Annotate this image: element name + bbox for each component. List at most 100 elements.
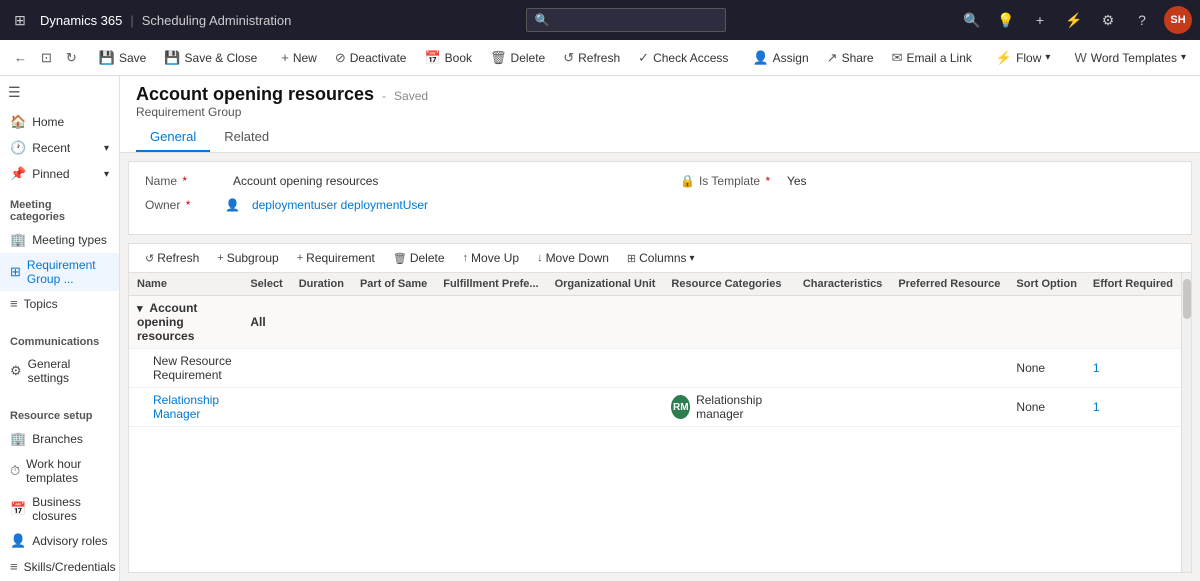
- row2-name-link[interactable]: Relationship Manager: [153, 393, 219, 421]
- save-icon: 💾: [99, 50, 115, 66]
- is-template-required: *: [765, 174, 770, 188]
- group-row-account-opening[interactable]: ▾ Account opening resources All: [129, 296, 1181, 349]
- owner-person-icon: 👤: [225, 198, 240, 212]
- is-template-label: Is Template *: [699, 174, 779, 188]
- sidebar-item-work-hour-templates[interactable]: ⏱ Work hour templates: [0, 452, 119, 490]
- col-fulfillment-pref[interactable]: Fulfillment Prefe...: [435, 273, 546, 296]
- sidebar-item-branches[interactable]: 🏢 Branches: [0, 426, 119, 452]
- col-effort-required[interactable]: Effort Required: [1085, 273, 1181, 296]
- email-link-button[interactable]: ✉ Email a Link: [884, 46, 980, 70]
- group-select-value: All: [250, 315, 265, 329]
- subgrid-move-up-button[interactable]: ↑ Move Up: [455, 248, 528, 268]
- back-button[interactable]: ←: [8, 46, 33, 69]
- help-icon[interactable]: ?: [1130, 12, 1154, 28]
- run-report-button[interactable]: 📊 Run Report ▾: [1196, 46, 1200, 70]
- avatar[interactable]: SH: [1164, 6, 1192, 34]
- topics-icon: ≡: [10, 296, 18, 311]
- page-name: Scheduling Administration: [142, 13, 292, 28]
- sidebar-item-topics[interactable]: ≡ Topics: [0, 291, 119, 316]
- delete-button[interactable]: 🗑 Delete: [482, 46, 553, 70]
- grid-icon[interactable]: ⊞: [8, 12, 32, 29]
- communications-section: Communications ⚙ General settings: [0, 324, 119, 398]
- tab-related[interactable]: Related: [210, 123, 283, 152]
- subgrid-refresh-label: Refresh: [157, 251, 199, 265]
- owner-label: Owner *: [145, 198, 225, 212]
- row2-select: [242, 388, 290, 427]
- deactivate-icon: ⊘: [335, 50, 346, 66]
- deactivate-label: Deactivate: [350, 51, 407, 65]
- vertical-scrollbar[interactable]: [1181, 273, 1191, 572]
- subgrid-requirement-icon: +: [297, 252, 303, 264]
- subgrid-refresh-button[interactable]: ↺ Refresh: [137, 248, 207, 268]
- row1-effort-required: 1: [1085, 349, 1181, 388]
- row2-org-unit: [547, 388, 664, 427]
- row1-name-text: New Resource Requirement: [153, 354, 232, 382]
- word-templates-icon: W: [1074, 50, 1086, 65]
- settings-icon[interactable]: ⚙: [1096, 12, 1120, 29]
- col-duration[interactable]: Duration: [291, 273, 352, 296]
- reload-button[interactable]: ↻: [60, 46, 83, 70]
- sidebar-item-pinned[interactable]: 📌 Pinned ▾: [0, 161, 119, 187]
- is-template-value[interactable]: Yes: [787, 174, 1175, 188]
- book-button[interactable]: 📅 Book: [416, 46, 480, 70]
- assign-label: Assign: [773, 51, 809, 65]
- maximize-button[interactable]: ⊡: [35, 46, 58, 70]
- col-sort-option[interactable]: Sort Option: [1008, 273, 1085, 296]
- subgrid-delete-button[interactable]: 🗑 Delete: [385, 248, 453, 268]
- skills-credentials-icon: ≡: [10, 559, 18, 574]
- col-select[interactable]: Select: [242, 273, 290, 296]
- delete-icon: 🗑: [490, 50, 507, 66]
- add-icon[interactable]: +: [1028, 12, 1052, 28]
- subgrid-requirement-button[interactable]: + Requirement: [289, 248, 383, 268]
- table-scroll-area[interactable]: Name Select Duration Part of Same Fulfil…: [129, 273, 1181, 572]
- col-org-unit[interactable]: Organizational Unit: [547, 273, 664, 296]
- sidebar-item-advisory-roles[interactable]: 👤 Advisory roles: [0, 528, 119, 554]
- search-icon[interactable]: 🔍: [960, 12, 984, 29]
- col-resource-categories[interactable]: Resource Categories: [663, 273, 794, 296]
- sidebar-item-requirement-group[interactable]: ⊞ Requirement Group ...: [0, 253, 119, 291]
- deactivate-button[interactable]: ⊘ Deactivate: [327, 46, 415, 70]
- name-value[interactable]: Account opening resources: [233, 174, 640, 188]
- main-layout: ☰ 🏠 Home 🕐 Recent ▾ 📌 Pinned ▾ Meeting c…: [0, 76, 1200, 581]
- assign-button[interactable]: 👤 Assign: [744, 46, 816, 70]
- command-toolbar: ← ⊡ ↻ 💾 Save 💾 Save & Close + New ⊘ Deac…: [0, 40, 1200, 76]
- rm-avatar: RM: [671, 395, 690, 419]
- word-templates-button[interactable]: W Word Templates ▾: [1066, 46, 1194, 69]
- share-button[interactable]: ↗ Share: [819, 46, 882, 70]
- pinned-icon: 📌: [10, 166, 26, 182]
- sidebar-item-skills-credentials[interactable]: ≡ Skills/Credentials: [0, 554, 119, 579]
- col-name[interactable]: Name: [129, 273, 242, 296]
- filter-icon[interactable]: ⚡: [1062, 12, 1086, 29]
- sidebar-item-home[interactable]: 🏠 Home: [0, 109, 119, 135]
- save-button[interactable]: 💾 Save: [91, 46, 155, 70]
- flow-button[interactable]: ⚡ Flow ▾: [988, 46, 1059, 70]
- col-preferred-resource[interactable]: Preferred Resource: [890, 273, 1008, 296]
- data-table: Name Select Duration Part of Same Fulfil…: [129, 273, 1181, 427]
- save-close-button[interactable]: 💾 Save & Close: [156, 46, 265, 70]
- row2-duration: [291, 388, 352, 427]
- sidebar-item-meeting-types[interactable]: 🏢 Meeting types: [0, 227, 119, 253]
- sidebar-item-general-settings[interactable]: ⚙ General settings: [0, 352, 119, 390]
- col-part-of-same[interactable]: Part of Same: [352, 273, 435, 296]
- form-row-owner: Owner * 👤 deploymentuser deploymentUser: [145, 198, 1175, 212]
- lightbulb-icon[interactable]: 💡: [994, 12, 1018, 29]
- col-characteristics[interactable]: Characteristics: [795, 273, 891, 296]
- check-access-button[interactable]: ✓ Check Access: [630, 46, 736, 70]
- table-row[interactable]: Relationship Manager RM: [129, 388, 1181, 427]
- table-row[interactable]: New Resource Requirement None: [129, 349, 1181, 388]
- subgrid-move-down-button[interactable]: ↓ Move Down: [529, 248, 617, 268]
- subgrid-move-down-label: Move Down: [546, 251, 609, 265]
- sidebar-item-recent[interactable]: 🕐 Recent ▾: [0, 135, 119, 161]
- row1-duration: [291, 349, 352, 388]
- refresh-button[interactable]: ↺ Refresh: [555, 46, 628, 70]
- tab-general[interactable]: General: [136, 123, 210, 152]
- subgrid-subgroup-button[interactable]: + Subgroup: [209, 248, 286, 268]
- branches-icon: 🏢: [10, 431, 26, 447]
- subgrid-columns-button[interactable]: ⊞ Columns ▾: [619, 248, 703, 268]
- hamburger-icon[interactable]: ☰: [8, 84, 21, 101]
- sidebar-item-business-closures[interactable]: 📅 Business closures: [0, 490, 119, 528]
- owner-value[interactable]: deploymentuser deploymentUser: [252, 198, 1175, 212]
- new-button[interactable]: + New: [273, 46, 325, 69]
- pinned-chevron-icon: ▾: [104, 169, 109, 180]
- row1-preferred-resource: [890, 349, 1008, 388]
